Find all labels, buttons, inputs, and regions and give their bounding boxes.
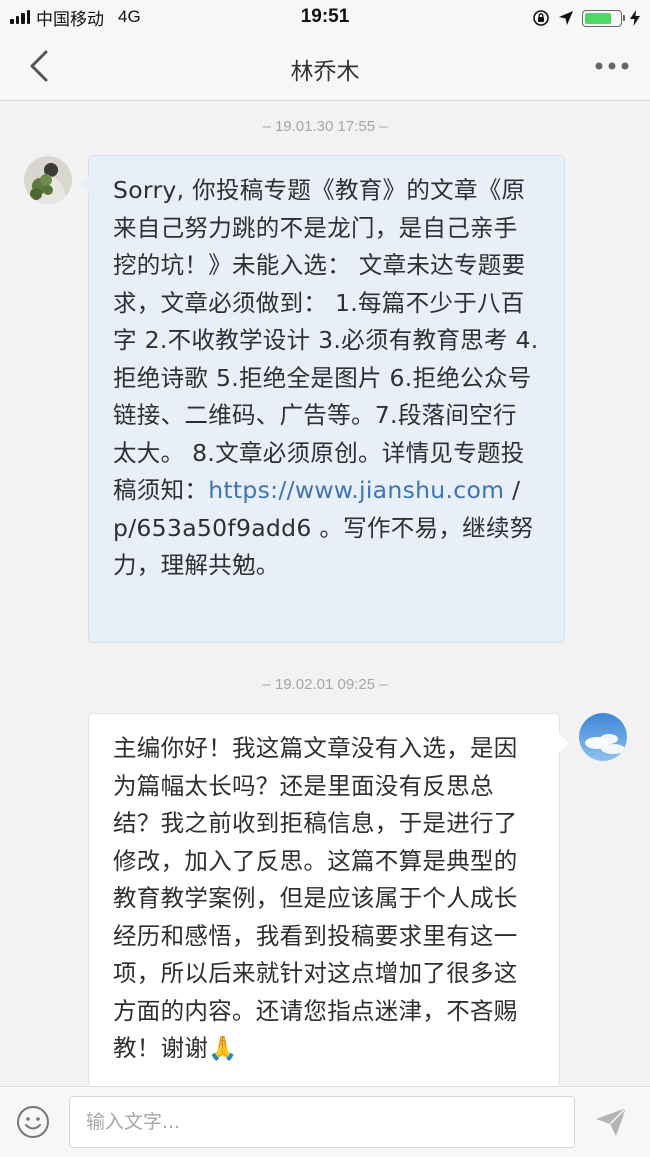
message-timestamp: – 19.01.30 17:55 – [262,118,388,135]
emoji-button[interactable] [16,1105,50,1139]
own-avatar[interactable] [579,713,627,761]
send-button[interactable] [594,1105,628,1139]
message-link[interactable]: https://www.jianshu.com [208,476,504,504]
message-text: Sorry, 你投稿专题《教育》的文章《原来自己努力跳的不是龙门，是自己亲手挖的… [113,176,539,504]
message-bubble-received[interactable]: Sorry, 你投稿专题《教育》的文章《原来自己努力跳的不是龙门，是自己亲手挖的… [79,155,565,643]
location-icon [559,11,573,25]
status-bar: 中国移动 4G 19:51 [0,0,650,34]
sender-avatar[interactable] [24,156,72,204]
avatar-image [24,156,72,204]
status-right [532,7,640,29]
message-input[interactable] [69,1096,575,1148]
battery-icon [582,9,625,27]
smiley-icon [17,1106,49,1138]
message-text: 主编你好！我这篇文章没有入选，是因为篇幅太长吗？还是里面没有反思总结？我之前收到… [113,734,518,1062]
charging-icon [630,10,640,26]
avatar-image [579,713,627,761]
chat-title: 林乔木 [290,59,360,85]
rotation-lock-icon [533,10,549,26]
input-bar [0,1086,650,1157]
more-button[interactable] [592,54,632,78]
more-dots-icon [595,62,629,70]
send-icon [596,1107,627,1136]
message-timestamp: – 19.02.01 09:25 – [262,676,388,693]
nav-bar: 林乔木 [0,34,650,101]
message-bubble-sent[interactable]: 主编你好！我这篇文章没有入选，是因为篇幅太长吗？还是里面没有反思总结？我之前收到… [88,713,569,1088]
